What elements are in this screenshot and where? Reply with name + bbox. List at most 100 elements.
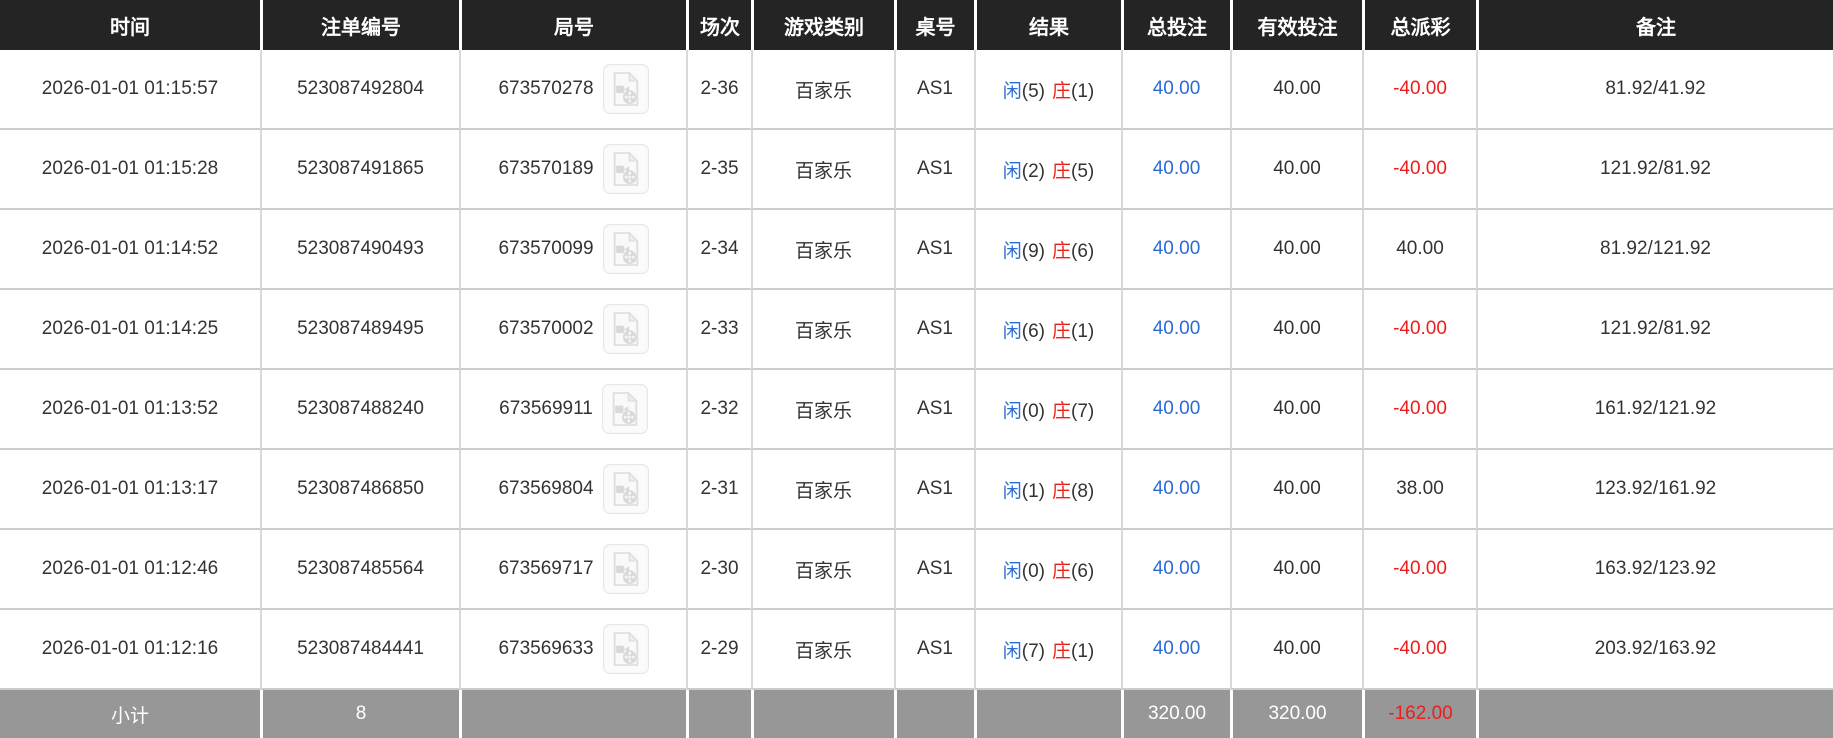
cell-total-bet: 40.00 (1121, 50, 1230, 130)
video-replay-button[interactable] (602, 464, 649, 514)
cell-remark: 81.92/41.92 (1476, 50, 1833, 130)
summary-valid-bet: 320.00 (1230, 690, 1362, 738)
table-row: 2026-01-01 01:15:28 523087491865 6735701… (0, 130, 1833, 210)
cell-payout: -40.00 (1362, 130, 1476, 210)
video-replay-button[interactable] (602, 224, 649, 274)
cell-order-id: 523087490493 (260, 210, 459, 290)
cell-round-id: 673570099 (459, 210, 686, 290)
cell-game-type: 百家乐 (751, 130, 894, 210)
summary-count: 8 (260, 690, 459, 738)
cell-valid-bet: 40.00 (1230, 530, 1362, 610)
table-row: 2026-01-01 01:12:16 523087484441 6735696… (0, 610, 1833, 690)
result-banker-count: (1) (1071, 640, 1095, 662)
cell-payout: -40.00 (1362, 530, 1476, 610)
result-banker-label: 庄 (1052, 400, 1072, 422)
result-banker-count: (7) (1071, 400, 1095, 422)
result-player-label: 闲 (1002, 80, 1022, 102)
video-file-icon (613, 551, 639, 586)
video-replay-button[interactable] (602, 304, 649, 354)
video-file-icon (613, 631, 639, 666)
cell-time: 2026-01-01 01:13:52 (0, 370, 260, 450)
result-banker-label: 庄 (1052, 640, 1072, 662)
cell-payout: 40.00 (1362, 210, 1476, 290)
column-header-time: 时间 (0, 0, 260, 50)
result-banker-label: 庄 (1052, 160, 1072, 182)
round-number: 673569717 (498, 558, 594, 579)
table-row: 2026-01-01 01:14:52 523087490493 6735700… (0, 210, 1833, 290)
column-header-order-id: 注单编号 (260, 0, 459, 50)
summary-row: 小计 8 320.00 320.00 -162.00 (0, 690, 1833, 738)
cell-order-id: 523087488240 (260, 370, 459, 450)
cell-session: 2-33 (686, 290, 751, 370)
cell-total-bet: 40.00 (1121, 610, 1230, 690)
column-header-total-bet: 总投注 (1121, 0, 1230, 50)
table-row: 2026-01-01 01:13:17 523087486850 6735698… (0, 450, 1833, 530)
result-banker-label: 庄 (1052, 80, 1072, 102)
video-file-icon (612, 391, 638, 426)
cell-round-id: 673570189 (459, 130, 686, 210)
video-replay-button[interactable] (602, 544, 649, 594)
result-player-label: 闲 (1002, 240, 1022, 262)
result-player-label: 闲 (1002, 640, 1022, 662)
summary-payout: -162.00 (1362, 690, 1476, 738)
column-header-payout: 总派彩 (1362, 0, 1476, 50)
video-replay-button[interactable] (602, 624, 649, 674)
video-file-icon (613, 471, 639, 506)
cell-table-id: AS1 (894, 530, 974, 610)
result-player-count: (0) (1021, 400, 1045, 422)
cell-remark: 163.92/123.92 (1476, 530, 1833, 610)
round-number: 673570189 (498, 158, 594, 179)
cell-order-id: 523087492804 (260, 50, 459, 130)
cell-payout: -40.00 (1362, 370, 1476, 450)
column-header-round-id: 局号 (459, 0, 686, 50)
summary-cell-round (459, 690, 686, 738)
cell-time: 2026-01-01 01:13:17 (0, 450, 260, 530)
cell-valid-bet: 40.00 (1230, 130, 1362, 210)
cell-session: 2-31 (686, 450, 751, 530)
bet-records-table: 时间 注单编号 局号 场次 游戏类别 桌号 结果 总投注 有效投注 总派彩 备注 2026-01-0… (0, 0, 1833, 738)
cell-game-type: 百家乐 (751, 370, 894, 450)
cell-result: 闲(5) 庄(1) (974, 50, 1121, 130)
cell-remark: 203.92/163.92 (1476, 610, 1833, 690)
cell-total-bet: 40.00 (1121, 130, 1230, 210)
cell-game-type: 百家乐 (751, 290, 894, 370)
summary-total-bet: 320.00 (1121, 690, 1230, 738)
result-banker-count: (5) (1071, 160, 1095, 182)
result-player-count: (2) (1021, 160, 1045, 182)
video-file-icon (613, 231, 639, 266)
video-replay-button[interactable] (602, 64, 649, 114)
result-player-label: 闲 (1002, 560, 1022, 582)
cell-payout: -40.00 (1362, 290, 1476, 370)
cell-result: 闲(0) 庄(7) (974, 370, 1121, 450)
column-header-session: 场次 (686, 0, 751, 50)
cell-game-type: 百家乐 (751, 610, 894, 690)
table-header-row: 时间 注单编号 局号 场次 游戏类别 桌号 结果 总投注 有效投注 总派彩 备注 (0, 0, 1833, 50)
cell-result: 闲(7) 庄(1) (974, 610, 1121, 690)
cell-round-id: 673570278 (459, 50, 686, 130)
result-player-count: (7) (1021, 640, 1045, 662)
column-header-game-type: 游戏类别 (751, 0, 894, 50)
cell-round-id: 673569911 (459, 370, 686, 450)
cell-result: 闲(6) 庄(1) (974, 290, 1121, 370)
cell-valid-bet: 40.00 (1230, 370, 1362, 450)
round-number: 673569804 (498, 478, 594, 499)
result-player-count: (1) (1021, 480, 1045, 502)
result-player-count: (9) (1021, 240, 1045, 262)
result-banker-count: (6) (1071, 240, 1095, 262)
cell-order-id: 523087491865 (260, 130, 459, 210)
cell-time: 2026-01-01 01:12:16 (0, 610, 260, 690)
cell-total-bet: 40.00 (1121, 210, 1230, 290)
video-replay-button[interactable] (601, 384, 648, 434)
cell-game-type: 百家乐 (751, 530, 894, 610)
column-header-table-id: 桌号 (894, 0, 974, 50)
summary-cell-remark (1476, 690, 1833, 738)
cell-game-type: 百家乐 (751, 450, 894, 530)
column-header-valid-bet: 有效投注 (1230, 0, 1362, 50)
cell-table-id: AS1 (894, 610, 974, 690)
round-number: 673569911 (499, 398, 593, 419)
cell-remark: 121.92/81.92 (1476, 290, 1833, 370)
cell-valid-bet: 40.00 (1230, 290, 1362, 370)
cell-result: 闲(0) 庄(6) (974, 530, 1121, 610)
video-replay-button[interactable] (602, 144, 649, 194)
cell-valid-bet: 40.00 (1230, 610, 1362, 690)
